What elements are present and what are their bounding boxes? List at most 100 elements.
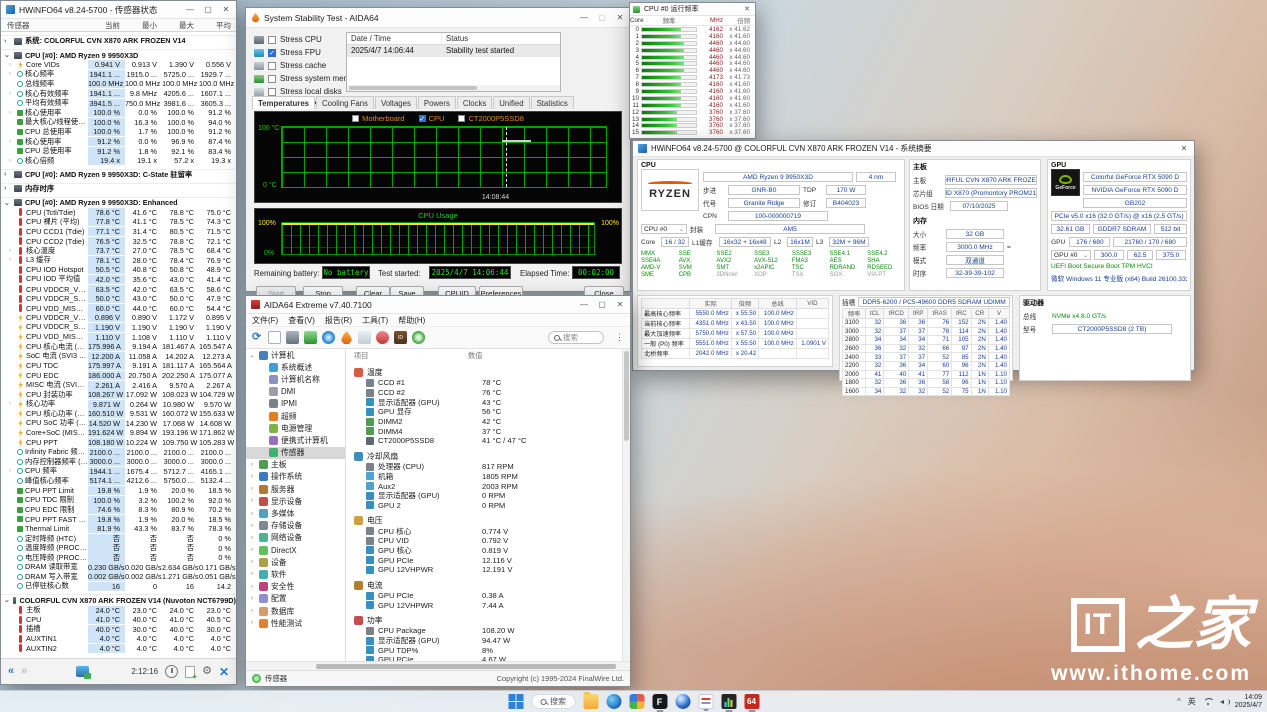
tree-expand-icon[interactable]: ›: [248, 498, 256, 504]
sensor-row[interactable]: CPU 裸片 (平均)77.8 °C41.1 °C78.5 °C74.3 °C: [1, 217, 236, 227]
close-icon[interactable]: ✕: [615, 13, 625, 22]
graph-cursor[interactable]: [506, 127, 507, 187]
tree-expand-icon[interactable]: ›: [248, 620, 256, 626]
chart-icon[interactable]: [358, 331, 371, 344]
dashboard-icon[interactable]: [412, 331, 425, 344]
maximize-icon[interactable]: ▢: [597, 300, 607, 309]
clock-icon[interactable]: [165, 665, 178, 678]
tree-expand-icon[interactable]: ›: [248, 462, 256, 468]
photos-app-icon[interactable]: [629, 694, 644, 709]
tree-item-传感器[interactable]: 传感器: [246, 447, 345, 459]
sensor-row[interactable]: Core+SoC (MISC) 功率 (SVI...191.624 W9.894…: [1, 428, 236, 438]
sensor-row[interactable]: 总线频率100.0 MHz100.0 MHz100.0 MHz100.0 MHz: [1, 79, 236, 89]
tree-item-网络设备[interactable]: ›网络设备: [246, 532, 345, 544]
hwinfo-titlebar[interactable]: HWiNFO64 v8.24-5700 - 传感器状态 — ▢ ✕: [1, 1, 236, 19]
tab-powers[interactable]: Powers: [418, 96, 456, 109]
sensor-group-header[interactable]: ›系统: COLORFUL CVN X870 ARK FROZEN V14: [1, 35, 236, 46]
start-button[interactable]: [508, 694, 523, 709]
volume-icon[interactable]: [1220, 698, 1228, 706]
sensor-row[interactable]: 定时降频 (HTC)否否否0 %: [1, 534, 236, 544]
sensor-row[interactable]: ›核心使用率100.0 %0.0 %100.0 %91.2 %: [1, 108, 236, 118]
test-log-table[interactable]: Date / TimeStatus 2025/4/7 14:06:44Stabi…: [346, 32, 561, 92]
close-icon[interactable]: ✕: [1179, 144, 1189, 153]
tab-temperatures[interactable]: Temperatures: [252, 96, 315, 109]
sensor-row[interactable]: CPU 总使用率100.0 %1.7 %100.0 %91.2 %: [1, 127, 236, 137]
tree-item-数据库[interactable]: ›数据库: [246, 605, 345, 617]
wifi-icon[interactable]: [1203, 698, 1213, 706]
sensor-row[interactable]: DRAM 写入带宽0.002 GB/s0.002 GB/s1.271 GB/s0…: [1, 572, 236, 582]
sensor-group-header[interactable]: ›CPU [#0]: AMD Ryzen 9 9950X3D: C-State …: [1, 169, 236, 180]
sensor-item[interactable]: CPU 核心0.774 V: [354, 526, 630, 536]
sensor-row[interactable]: AUXTIN24.0 °C4.0 °C4.0 °C4.0 °C: [1, 644, 236, 654]
sensor-row[interactable]: ›Core VIDs0.941 V0.913 V1.390 V0.556 V: [1, 60, 236, 70]
tree-expand-icon[interactable]: ›: [248, 486, 256, 492]
sensor-item[interactable]: GPU 20 RPM: [354, 501, 630, 511]
sensor-row[interactable]: 内存控制器频率 (UCLK)3000.0 ...3000.0 ...3000.0…: [1, 457, 236, 467]
sensor-row[interactable]: CPU SoC 功率 (SVI3 TFN)14.520 W14.230 W17.…: [1, 419, 236, 429]
aida64-app-icon[interactable]: 64: [744, 694, 759, 709]
tree-item-电源管理[interactable]: 电源管理: [246, 422, 345, 434]
blue-app-icon[interactable]: [675, 694, 690, 709]
vertical-scrollbar[interactable]: [622, 349, 630, 661]
sensor-row[interactable]: CPU PPT FAST Limit19.8 %1.9 %20.0 %18.5 …: [1, 515, 236, 525]
devices-icon[interactable]: [286, 331, 299, 344]
prev-page-icon[interactable]: «: [8, 666, 14, 677]
checkbox[interactable]: ✓: [268, 49, 276, 57]
legend-checkbox[interactable]: [352, 115, 359, 122]
ime-indicator[interactable]: 英: [1188, 696, 1196, 707]
sensor-group-header[interactable]: ⌄CPU [#0]: AMD Ryzen 9 9950X3D: Enhanced: [1, 197, 236, 208]
tree-item-DirectX[interactable]: ›DirectX: [246, 544, 345, 556]
sensor-row[interactable]: CPU TDC175.997 A9.191 A181.117 A165.564 …: [1, 361, 236, 371]
sensor-row[interactable]: SoC 电流 (SVI3 TFN)12.200 A11.058 A14.202 …: [1, 351, 236, 361]
user-icon[interactable]: [376, 331, 389, 344]
menu-item[interactable]: 工具(T): [362, 315, 388, 326]
sensor-row[interactable]: 峰值核心频率5174.1 ...4212.6 ...5750.0 ...5132…: [1, 476, 236, 486]
sensor-row[interactable]: ›L3 缓存78.1 °C28.0 °C78.4 °C76.9 °C: [1, 256, 236, 266]
sensor-item[interactable]: GPU PCIe12.116 V: [354, 555, 630, 565]
sensor-row[interactable]: 最大核心/线程使用率100.0 %16.3 %100.0 %94.0 %: [1, 118, 236, 128]
sensor-row[interactable]: CPU VDDCR_SOC VRM (SV...50.0 °C43.0 °C50…: [1, 294, 236, 304]
menu-item[interactable]: 查看(V): [288, 315, 315, 326]
minimize-icon[interactable]: —: [185, 5, 195, 14]
sensor-row[interactable]: Thermal Limit81.9 %43.3 %83.7 %78.3 %: [1, 524, 236, 534]
close-sensors-icon[interactable]: ✕: [219, 666, 229, 678]
tree-item-服务器[interactable]: ›服务器: [246, 483, 345, 495]
sensor-item[interactable]: GPU 核心0.819 V: [354, 546, 630, 556]
taskbar-search[interactable]: 搜索: [531, 694, 575, 709]
log-row[interactable]: 2025/4/7 14:06:44Stability test started: [347, 45, 560, 57]
sensor-row[interactable]: ›核心功率9.871 W0.264 W10.980 W9.570 W: [1, 399, 236, 409]
sensor-item[interactable]: DIMM242 °C: [354, 417, 630, 427]
menu-item[interactable]: 帮助(H): [398, 315, 425, 326]
file-explorer-icon[interactable]: [583, 694, 598, 709]
sensor-row[interactable]: CPU 核心功率 (SVI3 TFN)160.510 W9.531 W160.0…: [1, 409, 236, 419]
tree-item-存储设备[interactable]: ›存储设备: [246, 520, 345, 532]
tree-item-DMI[interactable]: DMI: [246, 386, 345, 398]
sensor-row[interactable]: ›核心频率1941.1 ...1915.0 ...5725.0 ...1929.…: [1, 70, 236, 80]
sensor-item[interactable]: GPU PCIe0.38 A: [354, 591, 630, 601]
sensor-row[interactable]: 已停驻核心数1601614.2: [1, 582, 236, 592]
monitor-app-icon[interactable]: [721, 694, 736, 709]
sensor-row[interactable]: CPU EDC186.000 A20.750 A202.250 A175.077…: [1, 371, 236, 381]
sensor-item[interactable]: 机箱1805 RPM: [354, 472, 630, 482]
tree-item-操作系统[interactable]: ›操作系统: [246, 471, 345, 483]
sensor-item[interactable]: GPU 12VHPWR12.191 V: [354, 565, 630, 575]
tab-voltages[interactable]: Voltages: [375, 96, 417, 109]
sensor-row[interactable]: CPU VDDCR_VDD VRM (S...63.5 °C42.0 °C63.…: [1, 284, 236, 294]
sensor-row[interactable]: 主板24.0 °C23.0 °C24.0 °C23.0 °C: [1, 605, 236, 615]
tree-expand-icon[interactable]: ›: [248, 535, 256, 541]
hwinfo-app-icon[interactable]: [698, 694, 713, 709]
tree-item-计算机名称[interactable]: 计算机名称: [246, 373, 345, 385]
legend-checkbox[interactable]: [458, 115, 465, 122]
sensor-group-header[interactable]: ⌄COLORFUL CVN X870 ARK FROZEN V14 (Nuvot…: [1, 594, 236, 605]
tree-expand-icon[interactable]: ›: [248, 596, 256, 602]
legend-checkbox[interactable]: ✓: [419, 115, 426, 122]
tree-item-多媒体[interactable]: ›多媒体: [246, 507, 345, 519]
next-page-icon[interactable]: »: [21, 666, 27, 677]
sensor-row[interactable]: CPU (Tctl/Tdie)78.6 °C41.6 °C78.8 °C75.0…: [1, 208, 236, 218]
sensor-row[interactable]: CPU CCD2 (Tdie)76.5 °C32.5 °C78.8 °C72.1…: [1, 236, 236, 246]
more-options-icon[interactable]: ⋮: [615, 332, 624, 343]
furmark-app-icon[interactable]: F: [652, 694, 667, 709]
minimize-icon[interactable]: —: [579, 13, 589, 22]
tree-expand-icon[interactable]: ›: [248, 571, 256, 577]
maximize-icon[interactable]: ▢: [203, 5, 213, 14]
